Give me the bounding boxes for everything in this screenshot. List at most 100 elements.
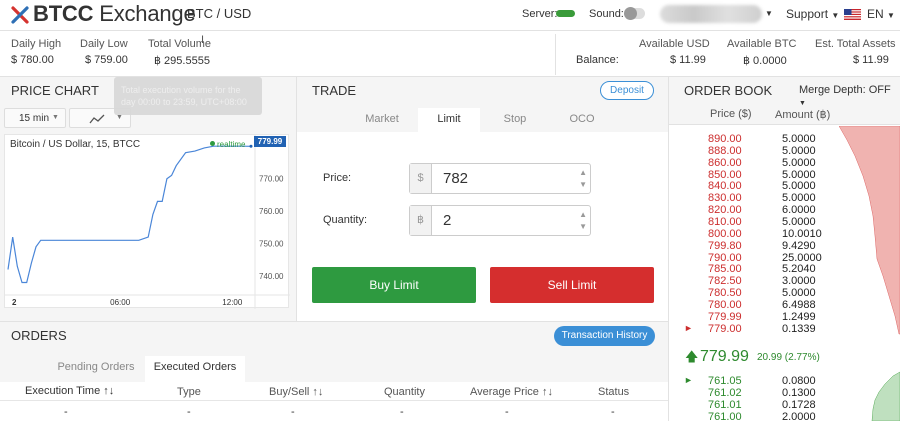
tab-executed-orders[interactable]: Executed Orders — [145, 356, 245, 382]
daily-high-value: $ 780.00 — [11, 54, 54, 66]
tab-stop[interactable]: Stop — [480, 108, 550, 132]
brand-light: Exchange — [93, 1, 196, 26]
brand-name[interactable]: BTCC Exchange — [33, 1, 196, 27]
price-line — [7, 145, 252, 284]
available-usd-label: Available USD — [639, 38, 710, 50]
price-header: Price ($) — [710, 108, 752, 120]
ask-price[interactable]: 830.00 — [708, 192, 742, 204]
ask-amount[interactable]: 5.0000 — [782, 145, 816, 157]
transaction-history-button[interactable]: Transaction History — [554, 326, 655, 346]
ask-price[interactable]: 780.50 — [708, 287, 742, 299]
bid-price[interactable]: 761.02 — [708, 387, 742, 399]
ask-amount[interactable]: 9.4290 — [782, 240, 816, 252]
col-quantity: Quantity — [384, 386, 425, 398]
ask-price[interactable]: 850.00 — [708, 169, 742, 181]
interval-select[interactable]: 15 min ▼ — [4, 108, 66, 128]
est-total-assets-label: Est. Total Assets — [815, 38, 896, 50]
sound-toggle-knob — [624, 7, 637, 20]
ask-price[interactable]: 779.99 — [708, 311, 742, 323]
bid-price[interactable]: 761.00 — [708, 411, 742, 421]
col-buy-sell[interactable]: Buy/Sell ↑↓ — [269, 386, 323, 398]
tab-market[interactable]: Market — [347, 108, 417, 132]
ask-amount[interactable]: 5.0000 — [782, 180, 816, 192]
tab-pending-orders[interactable]: Pending Orders — [50, 356, 142, 380]
ask-price[interactable]: 810.00 — [708, 216, 742, 228]
sound-toggle[interactable] — [624, 7, 645, 20]
ask-price[interactable]: 800.00 — [708, 228, 742, 240]
ask-amount[interactable]: 5.0000 — [782, 133, 816, 145]
ask-price[interactable]: 780.00 — [708, 299, 742, 311]
ask-amount[interactable]: 5.0000 — [782, 287, 816, 299]
ask-amount[interactable]: 5.2040 — [782, 263, 816, 275]
table-cell: - — [64, 406, 68, 418]
tab-oco[interactable]: OCO — [550, 108, 614, 132]
deposit-button[interactable]: Deposit — [600, 81, 654, 100]
ask-amount[interactable]: 5.0000 — [782, 216, 816, 228]
col-execution-time[interactable]: Execution Time ↑↓ — [25, 385, 114, 397]
ask-amount[interactable]: 25.0000 — [782, 252, 822, 264]
bid-amount[interactable]: 2.0000 — [782, 411, 816, 421]
caret-down-icon: ▼ — [116, 114, 123, 121]
ask-amount[interactable]: 5.0000 — [782, 169, 816, 181]
orders-divider — [0, 400, 668, 401]
ask-price[interactable]: 799.80 — [708, 240, 742, 252]
btcc-logo-icon — [11, 6, 29, 24]
ask-price[interactable]: 790.00 — [708, 252, 742, 264]
ask-price[interactable]: 782.50 — [708, 275, 742, 287]
price-input[interactable]: $ 782 ▲ ▼ — [409, 163, 591, 194]
ask-amount[interactable]: 3.0000 — [782, 275, 816, 287]
col-status: Status — [598, 386, 630, 398]
language-menu[interactable]: EN ▼ — [867, 7, 895, 21]
merge-depth-select[interactable]: Merge Depth: OFF ▼ — [799, 84, 900, 108]
us-flag-icon — [844, 9, 861, 20]
ask-price[interactable]: 840.00 — [708, 180, 742, 192]
ask-price[interactable]: 785.00 — [708, 263, 742, 275]
sell-limit-button[interactable]: Sell Limit — [490, 267, 654, 303]
x-tick-label: 12:00 — [222, 298, 243, 307]
col-average-price[interactable]: Average Price ↑↓ — [470, 386, 553, 398]
ask-amount[interactable]: 1.2499 — [782, 311, 816, 323]
ask-amount[interactable]: 0.1339 — [782, 323, 816, 335]
line-chart-icon — [89, 114, 105, 124]
table-cell: - — [400, 406, 404, 418]
ask-depth-area — [839, 126, 900, 335]
support-menu[interactable]: Support ▼ — [786, 7, 839, 21]
amount-header: Amount (฿) — [775, 109, 831, 121]
table-cell: - — [187, 406, 191, 418]
ask-price[interactable]: 860.00 — [708, 157, 742, 169]
stepper-down-icon[interactable]: ▼ — [579, 180, 587, 189]
ask-amount[interactable]: 6.4988 — [782, 299, 816, 311]
caret-down-icon[interactable]: ▼ — [765, 9, 773, 18]
buy-limit-button[interactable]: Buy Limit — [312, 267, 476, 303]
ask-price[interactable]: 888.00 — [708, 145, 742, 157]
stepper-down-icon[interactable]: ▼ — [579, 222, 587, 231]
y-tick-label: 770.00 — [259, 175, 284, 184]
order-book-panel: ORDER BOOK Merge Depth: OFF ▼ Price ($) … — [669, 77, 900, 421]
bid-amount[interactable]: 0.1728 — [782, 399, 816, 411]
chart-canvas[interactable]: 740.00 750.00 760.00 770.00 2 06:00 12:00 Bitc… — [4, 134, 290, 309]
bid-price[interactable]: 761.01 — [708, 399, 742, 411]
stepper-up-icon[interactable]: ▲ — [579, 210, 587, 219]
caret-down-icon: ▼ — [52, 114, 59, 121]
stepper-up-icon[interactable]: ▲ — [579, 168, 587, 177]
ask-price[interactable]: 890.00 — [708, 133, 742, 145]
available-btc-value: ฿ 0.0000 — [743, 55, 787, 67]
trade-form: Price: $ 782 ▲ ▼ Quantity: ฿ 2 ▲ ▼ Buy L… — [297, 132, 668, 321]
table-cell: - — [611, 406, 615, 418]
volume-tooltip: Total execution volume for the day 00:00… — [114, 77, 262, 115]
ask-price[interactable]: 779.00 — [708, 323, 742, 335]
user-account-menu[interactable] — [660, 5, 762, 23]
tab-limit[interactable]: Limit — [418, 108, 480, 132]
orders-title: ORDERS — [11, 328, 67, 343]
ask-amount[interactable]: 5.0000 — [782, 192, 816, 204]
ask-price[interactable]: 820.00 — [708, 204, 742, 216]
bid-amount[interactable]: 0.1300 — [782, 387, 816, 399]
ask-amount[interactable]: 5.0000 — [782, 157, 816, 169]
quantity-input[interactable]: ฿ 2 ▲ ▼ — [409, 205, 591, 236]
server-label: Server: — [522, 8, 558, 20]
ask-amount[interactable]: 6.0000 — [782, 204, 816, 216]
bid-price[interactable]: 761.05 — [708, 375, 742, 387]
ask-amount[interactable]: 10.0010 — [782, 228, 822, 240]
bid-amount[interactable]: 0.0800 — [782, 375, 816, 387]
daily-low-label: Daily Low — [80, 38, 128, 50]
